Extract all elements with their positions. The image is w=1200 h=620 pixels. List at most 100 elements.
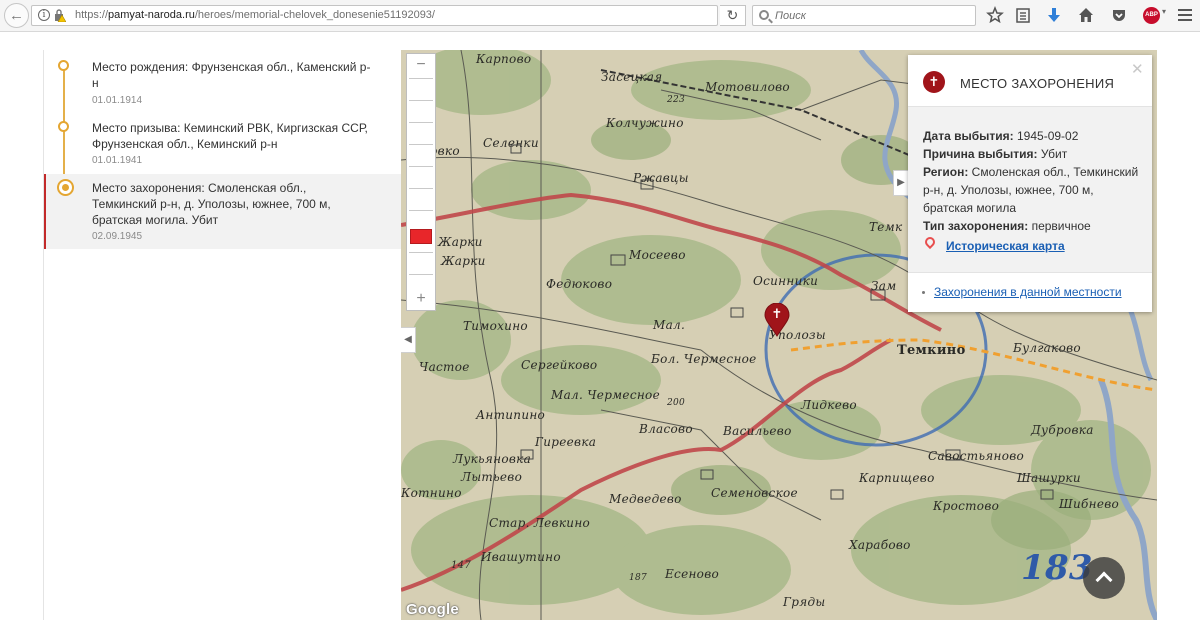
map-place-label: Жарки	[438, 235, 483, 249]
map-place-label: Засецкая	[601, 70, 663, 84]
map-place-label: Котнино	[401, 486, 462, 500]
bullet-icon	[922, 291, 925, 294]
reading-list-icon[interactable]	[1014, 6, 1032, 24]
timeline-item-date: 01.01.1941	[92, 155, 143, 166]
zoom-tick	[409, 274, 433, 275]
map-place-label: Карпово	[476, 52, 532, 66]
cross-icon: ✝	[923, 71, 945, 93]
map-place-label: Шибнево	[1059, 497, 1120, 511]
map-place-label: Колчужино	[606, 116, 684, 130]
map-place-label: Кростово	[933, 499, 1000, 513]
map-place-label: Стар. Левкино	[489, 516, 591, 530]
map-place-label: Частое	[419, 360, 470, 374]
burial-marker[interactable]: ✝	[764, 303, 790, 337]
map-place-label: Федюково	[546, 277, 613, 291]
warning-lock-icon[interactable]	[53, 9, 66, 22]
back-button[interactable]: ←	[4, 3, 29, 28]
map-place-label: Власово	[639, 422, 693, 436]
timeline-item-text: Место захоронения: Смоленская обл., Темк…	[92, 181, 331, 227]
map-place-label: Шашурки	[1017, 471, 1081, 485]
collapse-panel-button[interactable]: ◀	[401, 327, 416, 353]
home-icon[interactable]	[1077, 6, 1095, 24]
card-row-value: Убит	[1040, 147, 1068, 161]
map-place-label: Карпищево	[859, 471, 935, 485]
zoom-tick	[409, 210, 433, 211]
map-elevation-label: 147	[451, 560, 471, 571]
map-place-label: Лытьево	[461, 470, 523, 484]
timeline-dot-active-icon	[57, 179, 74, 196]
map-place-label: Лукьяновка	[453, 452, 532, 466]
timeline-item-draft[interactable]: Место призыва: Кеминский РВК, Киргизская…	[44, 112, 402, 174]
menu-icon[interactable]	[1178, 9, 1192, 21]
map-place-label: Жарки	[441, 254, 486, 268]
map-elevation-label: 187	[629, 573, 648, 583]
expand-card-button[interactable]: ▶	[893, 170, 908, 196]
search-box[interactable]	[752, 5, 976, 26]
card-row-label: Тип захоронения:	[923, 219, 1029, 233]
reload-button[interactable]: ↻	[720, 5, 746, 26]
burial-info-card: ✝ МЕСТО ЗАХОРОНЕНИЯ ✕ Дата выбытия: 1945…	[908, 55, 1152, 312]
card-row-value: первичное	[1031, 219, 1091, 233]
url-host: pamyat-naroda.ru	[108, 9, 195, 21]
adblock-dropdown-icon[interactable]: ▾	[1162, 7, 1166, 16]
map-place-label: Гряды	[783, 595, 826, 609]
map-place-label: Дубровка	[1031, 423, 1094, 437]
scroll-to-top-button[interactable]	[1083, 557, 1125, 599]
close-icon[interactable]: ✕	[1131, 60, 1144, 78]
card-row-label: Регион:	[923, 165, 969, 179]
map-place-label: Медведево	[609, 492, 682, 506]
reload-icon: ↻	[726, 7, 739, 23]
pocket-icon[interactable]	[1110, 6, 1128, 24]
map-place-label: Тимохино	[463, 319, 528, 333]
url-bar[interactable]: i https://pamyat-naroda.ru/heroes/memori…	[31, 5, 718, 26]
search-input[interactable]	[775, 8, 971, 23]
map-place-label: Мал. Чермесное	[551, 388, 660, 402]
historical-map[interactable]: Карпово Засецкая Мотовилово Колчужино Се…	[401, 50, 1157, 620]
map-place-label: Савостьяново	[928, 449, 1025, 463]
timeline-item-burial[interactable]: Место захоронения: Смоленская обл., Темк…	[44, 174, 402, 249]
timeline-item-birth[interactable]: Место рождения: Фрунзенская обл., Каменс…	[44, 50, 402, 112]
map-place-label: Темкино	[897, 343, 966, 358]
adblock-icon[interactable]: ABP	[1143, 7, 1160, 24]
map-place-label: Семеновское	[711, 486, 798, 500]
local-burials-link[interactable]: Захоронения в данной местности	[934, 285, 1122, 299]
zoom-tick	[409, 122, 433, 123]
card-row-label: Причина выбытия:	[923, 147, 1038, 161]
map-place-label: Сергейково	[521, 358, 598, 372]
timeline-dot-icon	[58, 60, 69, 71]
card-row-label: Дата выбытия:	[923, 129, 1014, 143]
search-icon	[759, 10, 769, 20]
download-icon[interactable]	[1045, 6, 1063, 24]
card-row-type: Тип захоронения: первичное	[923, 217, 1143, 235]
zoom-out-button[interactable]: −	[407, 56, 435, 74]
url-text: https://pamyat-naroda.ru/heroes/memorial…	[75, 9, 435, 21]
zoom-thumb[interactable]	[410, 229, 432, 244]
map-elevation-label: 200	[667, 398, 686, 408]
info-icon[interactable]: i	[38, 9, 50, 21]
back-arrow-icon: ←	[9, 7, 24, 24]
timeline-item-date: 01.01.1914	[92, 95, 143, 106]
historical-map-link[interactable]: Историческая карта	[946, 239, 1065, 253]
map-place-label: Темк	[869, 220, 903, 234]
map-place-label: Харабово	[849, 538, 911, 552]
zoom-tick	[409, 252, 433, 253]
card-footer: Захоронения в данной местности	[908, 272, 1152, 312]
zoom-tick	[409, 144, 433, 145]
map-place-label: Осинники	[753, 274, 819, 288]
zoom-slider[interactable]: − +	[406, 53, 436, 311]
map-place-label: Мал.	[653, 318, 686, 332]
timeline-panel: Место рождения: Фрунзенская обл., Каменс…	[43, 50, 402, 620]
zoom-in-button[interactable]: +	[407, 290, 435, 308]
zoom-tick	[409, 100, 433, 101]
map-place-label: Есеново	[665, 567, 720, 581]
map-place-label: Васильево	[723, 424, 792, 438]
timeline-item-text: Место призыва: Кеминский РВК, Киргизская…	[92, 121, 368, 151]
card-row-date: Дата выбытия: 1945-09-02	[923, 127, 1143, 145]
map-place-label: Ивашутино	[481, 550, 561, 564]
bookmark-star-icon[interactable]	[986, 6, 1004, 24]
card-row-region: Регион: Смоленская обл., Темкинский р-н,…	[923, 163, 1143, 217]
browser-toolbar: ← i https://pamyat-naroda.ru/heroes/memo…	[0, 0, 1200, 32]
timeline-dot-icon	[58, 121, 69, 132]
map-place-label: Мотовилово	[705, 80, 790, 94]
map-place-label: Мосеево	[629, 248, 686, 262]
